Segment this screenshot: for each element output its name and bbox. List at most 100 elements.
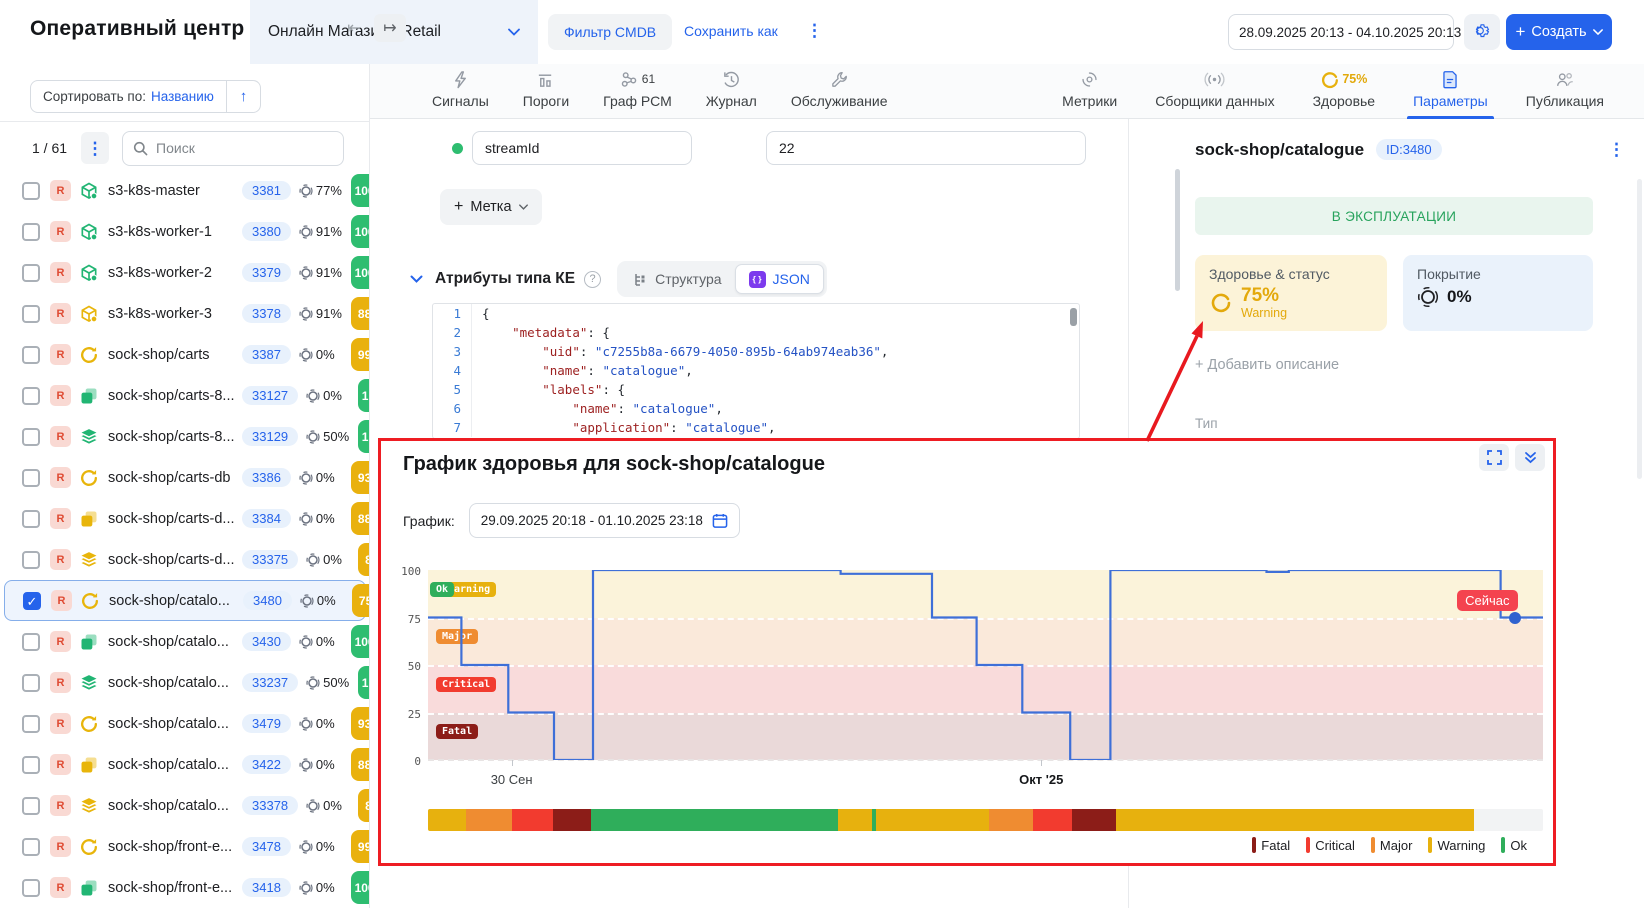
row-checkbox[interactable] [22,756,40,774]
row-checkbox[interactable] [22,551,40,569]
tab-журнал[interactable]: Журнал [694,61,769,118]
ci-id-pill[interactable]: 33237 [242,673,298,692]
ci-id-pill[interactable]: 3480 [243,591,292,610]
date-range-picker[interactable]: 28.09.2025 20:13 - 04.10.2025 20:13 [1228,14,1454,50]
ci-name[interactable]: sock-shop/front-e... [108,880,240,896]
settings-button[interactable] [1464,14,1500,50]
sort-by-button[interactable]: Сортировать по: Названию [31,81,226,112]
row-checkbox[interactable] [22,223,40,241]
ci-name[interactable]: sock-shop/catalo... [108,798,240,814]
double-chevron-down-icon[interactable] [1515,444,1545,471]
row-checkbox[interactable] [22,469,40,487]
list-item[interactable]: R sock-shop/front-e...3418 0%100% [0,867,370,908]
row-checkbox[interactable] [22,264,40,282]
ci-name[interactable]: s3-k8s-worker-2 [108,265,240,281]
ci-name[interactable]: sock-shop/carts [108,347,240,363]
ci-id-pill[interactable]: 3418 [242,878,291,897]
ci-id-pill[interactable]: 3384 [242,509,291,528]
ci-name[interactable]: s3-k8s-master [108,183,240,199]
ci-name[interactable]: sock-shop/catalo... [108,675,240,691]
tab-метрики[interactable]: Метрики [1050,61,1129,118]
tab-здоровье[interactable]: 75%Здоровье [1301,61,1388,118]
list-item[interactable]: R sock-shop/catalo...3430 0%100% [0,621,370,662]
list-item[interactable]: R s3-k8s-worker-23379 91%100% [0,252,370,293]
tab-пороги[interactable]: Пороги [511,61,581,118]
ci-id-pill[interactable]: 3478 [242,837,291,856]
row-checkbox[interactable] [22,838,40,856]
ci-name[interactable]: sock-shop/carts-8... [108,429,240,445]
editor-scrollbar[interactable] [1070,308,1077,326]
ci-name[interactable]: sock-shop/catalo... [108,757,240,773]
row-checkbox[interactable] [22,797,40,815]
list-item[interactable]: R sock-shop/carts3387 0%99% [0,334,370,375]
save-as-link[interactable]: Сохранить как [684,23,778,39]
row-checkbox[interactable] [22,674,40,692]
tab-публикация[interactable]: Публикация [1514,61,1616,118]
help-icon[interactable]: ? [584,271,601,288]
ci-id-pill[interactable]: 33127 [242,386,298,405]
row-checkbox[interactable] [22,879,40,897]
list-item[interactable]: R sock-shop/catalo...33237 50%100% [0,662,370,703]
section-collapse-icon[interactable] [410,275,423,283]
ci-id-pill[interactable]: 3379 [242,263,291,282]
row-checkbox[interactable] [22,346,40,364]
list-item[interactable]: R sock-shop/carts-db3386 0%93% [0,457,370,498]
ci-id-pill[interactable]: 3430 [242,632,291,651]
list-item[interactable]: R s3-k8s-worker-33378 91%88% [0,293,370,334]
ci-id-pill[interactable]: 3422 [242,755,291,774]
ci-id-badge[interactable]: ID:3480 [1376,139,1442,160]
sort-direction-button[interactable]: ↑ [226,81,260,112]
list-item[interactable]: R s3-k8s-master3381 77%100% [0,170,370,211]
ci-name[interactable]: s3-k8s-worker-1 [108,224,240,240]
chart-period-picker[interactable]: 29.09.2025 20:18 - 01.10.2025 23:18 [469,503,740,538]
ci-name[interactable]: sock-shop/catalo... [108,716,240,732]
label-value-input[interactable]: 22 [766,131,1086,165]
ci-id-pill[interactable]: 3378 [242,304,291,323]
ci-name[interactable]: sock-shop/carts-db [108,470,240,486]
ci-id-pill[interactable]: 3387 [242,345,291,364]
ci-name[interactable]: sock-shop/catalo... [109,593,241,609]
list-item[interactable]: R s3-k8s-worker-13380 91%100% [0,211,370,252]
list-item[interactable]: R sock-shop/catalo...33378 0%88% [0,785,370,826]
collapse-left-icon[interactable]: ⇤ [338,14,370,42]
ci-id-pill[interactable]: 33378 [242,796,298,815]
row-checkbox[interactable] [22,428,40,446]
health-status-card[interactable]: Здоровье & статус 75% Warning [1195,255,1387,331]
row-checkbox[interactable] [22,305,40,323]
ci-name[interactable]: sock-shop/catalo... [108,634,240,650]
list-item[interactable]: R sock-shop/carts-8...33127 0%100% [0,375,370,416]
add-label-button[interactable]: + Метка [440,189,542,225]
ci-id-pill[interactable]: 33375 [242,550,298,569]
page-scrollbar[interactable] [1637,179,1642,479]
label-key-input[interactable]: streamId [472,131,692,165]
add-description-link[interactable]: + Добавить описание [1195,357,1339,373]
ci-id-pill[interactable]: 3381 [242,181,291,200]
tab-параметры[interactable]: Параметры [1401,61,1500,118]
list-item[interactable]: R sock-shop/carts-8...33129 50%100% [0,416,370,457]
header-kebab-icon[interactable]: ⋮ [806,22,823,39]
ci-name[interactable]: sock-shop/carts-d... [108,511,240,527]
list-kebab-icon[interactable]: ⋮ [81,132,109,164]
filter-cmdb-button[interactable]: Фильтр CMDB [548,14,672,50]
search-input[interactable] [156,140,306,156]
list-item[interactable]: ✓R sock-shop/catalo...3480 0%75% [4,580,366,621]
row-checkbox[interactable] [22,387,40,405]
ci-name[interactable]: s3-k8s-worker-3 [108,306,240,322]
expand-icon[interactable] [1479,444,1509,471]
list-item[interactable]: R sock-shop/catalo...3422 0%88% [0,744,370,785]
row-checkbox[interactable] [22,182,40,200]
ci-id-pill[interactable]: 33129 [242,427,298,446]
list-item[interactable]: R sock-shop/catalo...3479 0%93% [0,703,370,744]
list-item[interactable]: R sock-shop/front-e...3478 0%99% [0,826,370,867]
tab-сигналы[interactable]: Сигналы [420,61,501,118]
row-checkbox[interactable] [22,510,40,528]
list-item[interactable]: R sock-shop/carts-d...33375 0%88% [0,539,370,580]
ci-name[interactable]: sock-shop/front-e... [108,839,240,855]
ci-name[interactable]: sock-shop/carts-d... [108,552,240,568]
row-checkbox[interactable] [22,633,40,651]
tab-structure[interactable]: Структура [620,264,734,294]
row-checkbox[interactable] [22,715,40,733]
tab-обслуживание[interactable]: Обслуживание [779,61,900,118]
panel-scrollbar[interactable] [1175,169,1180,291]
coverage-card[interactable]: Покрытие 0% [1403,255,1593,331]
